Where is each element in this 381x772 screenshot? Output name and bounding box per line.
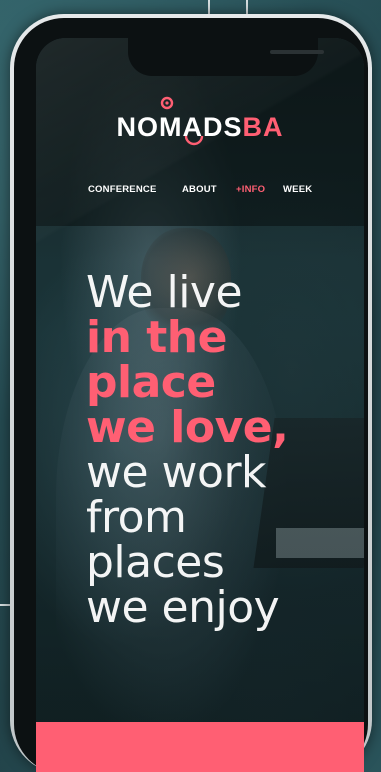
screen-glare	[36, 38, 364, 298]
phone-screen: NOMADSBA CONFERENCE ABOUT +INFO WEEK We …	[36, 38, 364, 772]
logo-text-main: NOMADS	[116, 112, 243, 142]
hero-line-2: in the	[86, 312, 227, 363]
hero-line-6: from	[86, 492, 187, 543]
hero-line-7: places	[86, 537, 225, 588]
nav-item-conference[interactable]: CONFERENCE	[88, 184, 157, 195]
hero-line-4: we love	[86, 402, 273, 453]
cta-bar[interactable]	[36, 722, 364, 772]
logo-text-accent: BA	[242, 112, 284, 142]
hero-line-1: We live	[86, 267, 243, 318]
hero-headline: We live in the place we love, we work fr…	[86, 270, 356, 630]
location-pin-icon	[160, 96, 174, 110]
location-pin-ring-icon	[184, 135, 204, 146]
nav-item-about[interactable]: ABOUT	[182, 184, 217, 195]
hero-line-5: we work	[86, 447, 267, 498]
hero-line-8: we enjoy	[86, 582, 280, 633]
nav-item-week[interactable]: WEEK	[283, 184, 312, 195]
nav-item-info[interactable]: +INFO	[236, 184, 265, 195]
hero-comma: ,	[272, 402, 289, 453]
phone-notch	[128, 38, 324, 76]
hero-line-3: place	[86, 357, 216, 408]
phone-speaker	[270, 50, 324, 54]
main-nav: CONFERENCE ABOUT +INFO WEEK	[36, 184, 364, 204]
